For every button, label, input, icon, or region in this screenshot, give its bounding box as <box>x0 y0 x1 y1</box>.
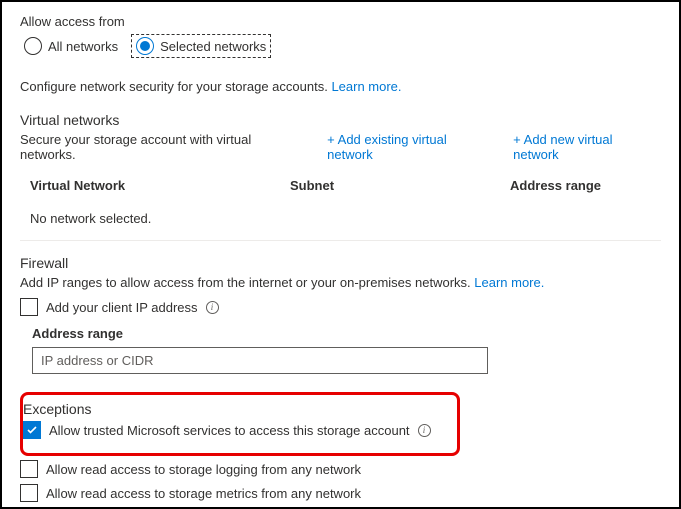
allow-access-radio-group: All networks Selected networks <box>20 35 661 57</box>
checkmark-icon <box>26 424 38 436</box>
add-client-ip-checkbox[interactable] <box>20 298 38 316</box>
vnet-description: Secure your storage account with virtual… <box>20 132 309 162</box>
logging-access-checkbox[interactable] <box>20 460 38 478</box>
add-new-vnet-link[interactable]: + Add new virtual network <box>513 132 661 162</box>
firewall-text: Add IP ranges to allow access from the i… <box>20 275 474 290</box>
radio-all-networks-label: All networks <box>48 39 118 54</box>
exceptions-title: Exceptions <box>23 401 451 417</box>
logging-access-row: Allow read access to storage logging fro… <box>20 460 661 478</box>
vnet-action-row: Secure your storage account with virtual… <box>20 132 661 162</box>
add-existing-vnet-link[interactable]: + Add existing virtual network <box>327 132 495 162</box>
add-client-ip-label: Add your client IP address <box>46 300 198 315</box>
info-icon[interactable]: i <box>418 424 431 437</box>
firewall-description: Add IP ranges to allow access from the i… <box>20 275 661 290</box>
radio-selected-networks[interactable]: Selected networks <box>132 35 270 57</box>
metrics-access-label: Allow read access to storage metrics fro… <box>46 486 361 501</box>
address-range-input[interactable] <box>32 347 488 374</box>
radio-circle-icon <box>24 37 42 55</box>
firewall-title: Firewall <box>20 255 661 271</box>
trusted-services-checkbox[interactable] <box>23 421 41 439</box>
add-client-ip-row: Add your client IP address i <box>20 298 661 316</box>
vnet-table-empty: No network selected. <box>20 201 661 241</box>
radio-circle-icon <box>136 37 154 55</box>
config-text: Configure network security for your stor… <box>20 79 331 94</box>
trusted-services-label: Allow trusted Microsoft services to acce… <box>49 423 410 438</box>
col-header-subnet: Subnet <box>290 178 510 193</box>
radio-all-networks[interactable]: All networks <box>20 35 122 57</box>
trusted-services-row: Allow trusted Microsoft services to acce… <box>23 421 451 439</box>
config-learn-more-link[interactable]: Learn more. <box>331 79 401 94</box>
metrics-access-row: Allow read access to storage metrics fro… <box>20 484 661 502</box>
exceptions-highlight: Exceptions Allow trusted Microsoft servi… <box>20 392 460 456</box>
firewall-learn-more-link[interactable]: Learn more. <box>474 275 544 290</box>
logging-access-label: Allow read access to storage logging fro… <box>46 462 361 477</box>
col-header-network: Virtual Network <box>30 178 290 193</box>
radio-selected-networks-label: Selected networks <box>160 39 266 54</box>
vnet-title: Virtual networks <box>20 112 661 128</box>
col-header-range: Address range <box>510 178 651 193</box>
address-range-label: Address range <box>32 326 661 341</box>
metrics-access-checkbox[interactable] <box>20 484 38 502</box>
vnet-table-header: Virtual Network Subnet Address range <box>20 170 661 201</box>
info-icon[interactable]: i <box>206 301 219 314</box>
config-description: Configure network security for your stor… <box>20 79 661 94</box>
allow-access-title: Allow access from <box>20 14 661 29</box>
